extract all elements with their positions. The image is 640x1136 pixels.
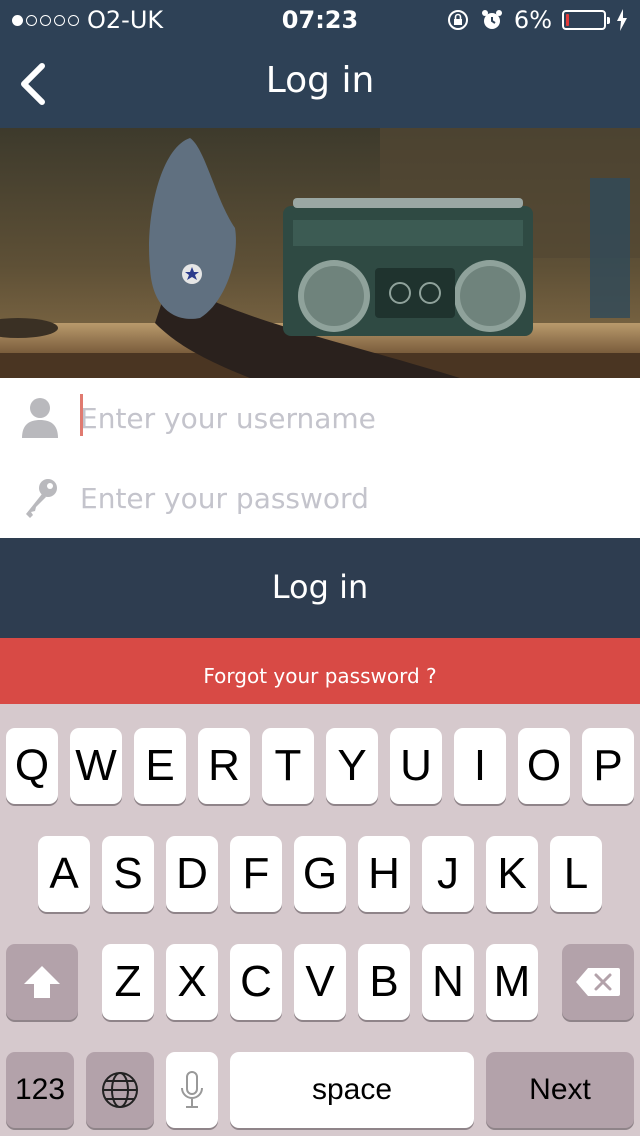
key-k[interactable]: K: [486, 836, 538, 912]
keyboard: Q W E R T Y U I O P A S D F G H J K L Z …: [0, 704, 640, 1136]
status-right: 6%: [446, 6, 628, 34]
globe-icon: [102, 1072, 138, 1108]
key-n[interactable]: N: [422, 944, 474, 1020]
login-form: [0, 378, 640, 538]
hero-image: [0, 128, 640, 378]
microphone-icon: [181, 1071, 203, 1108]
user-icon: [22, 398, 58, 438]
charging-bolt-icon: [617, 9, 627, 31]
key-f[interactable]: F: [230, 836, 282, 912]
key-icon: [26, 479, 57, 518]
key-o[interactable]: O: [518, 728, 570, 804]
battery-percent: 6%: [513, 6, 552, 34]
space-key[interactable]: space: [230, 1052, 474, 1128]
username-input[interactable]: [80, 394, 600, 442]
password-row: [0, 458, 640, 538]
text-cursor: [80, 394, 83, 436]
key-m[interactable]: M: [486, 944, 538, 1020]
navigation-bar: Log in: [0, 40, 640, 128]
shift-key[interactable]: [6, 944, 78, 1020]
key-v[interactable]: V: [294, 944, 346, 1020]
numbers-key[interactable]: 123: [6, 1052, 74, 1128]
key-h[interactable]: H: [358, 836, 410, 912]
page-title: Log in: [265, 60, 375, 101]
key-u[interactable]: U: [390, 728, 442, 804]
login-button[interactable]: Log in: [0, 538, 640, 638]
key-r[interactable]: R: [198, 728, 250, 804]
key-w[interactable]: W: [70, 728, 122, 804]
key-e[interactable]: E: [134, 728, 186, 804]
backspace-key[interactable]: [562, 944, 634, 1020]
boombox-photo: [0, 128, 640, 378]
rotation-lock-icon: [447, 10, 468, 30]
password-input[interactable]: [80, 474, 600, 522]
key-g[interactable]: G: [294, 836, 346, 912]
key-s[interactable]: S: [102, 836, 154, 912]
key-d[interactable]: D: [166, 836, 218, 912]
dictation-key[interactable]: [166, 1052, 218, 1128]
key-b[interactable]: B: [358, 944, 410, 1020]
battery-level: [566, 14, 569, 26]
key-j[interactable]: J: [422, 836, 474, 912]
next-key[interactable]: Next: [486, 1052, 634, 1128]
forgot-password-button[interactable]: Forgot your password ?: [0, 638, 640, 704]
key-t[interactable]: T: [262, 728, 314, 804]
status-bar: O2-UK 07:23 6%: [0, 0, 640, 40]
key-i[interactable]: I: [454, 728, 506, 804]
backspace-icon: [576, 968, 620, 996]
battery-icon: [562, 10, 610, 30]
key-p[interactable]: P: [582, 728, 634, 804]
key-a[interactable]: A: [38, 836, 90, 912]
key-l[interactable]: L: [550, 836, 602, 912]
key-q[interactable]: Q: [6, 728, 58, 804]
key-c[interactable]: C: [230, 944, 282, 1020]
key-y[interactable]: Y: [326, 728, 378, 804]
key-x[interactable]: X: [166, 944, 218, 1020]
alarm-icon: [481, 10, 502, 29]
key-z[interactable]: Z: [102, 944, 154, 1020]
shift-arrow-icon: [24, 966, 60, 998]
globe-key[interactable]: [86, 1052, 154, 1128]
username-row: [0, 378, 640, 458]
